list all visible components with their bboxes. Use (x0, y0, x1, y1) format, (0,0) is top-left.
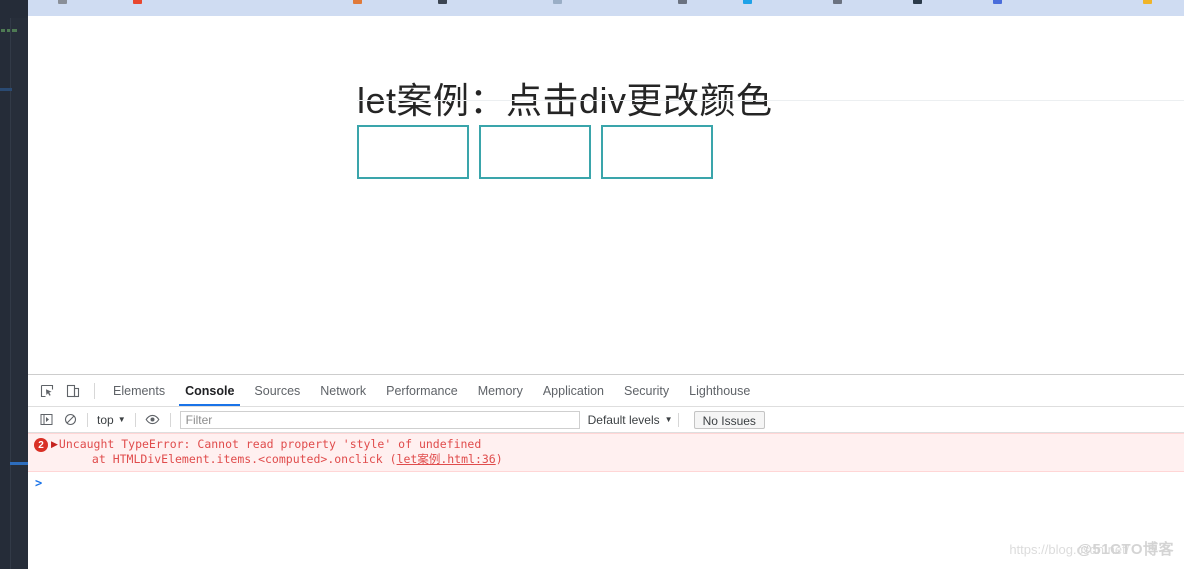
tab-console[interactable]: Console (175, 376, 244, 406)
bookmark-item-2[interactable] (133, 0, 145, 4)
context-label: top (97, 412, 114, 427)
page-title: let案例：点击div更改颜色 (357, 80, 773, 122)
filterbar-divider-3 (169, 412, 171, 427)
error-count-badge: 2 (34, 438, 48, 452)
console-filter-input[interactable] (179, 410, 580, 429)
bookmark-item-1[interactable] (58, 0, 70, 4)
bookmark-favicon (833, 0, 842, 4)
error-stack-line: at HTMLDivElement.items.<computed>.oncli… (59, 452, 503, 467)
console-error-message[interactable]: 2 ▶ Uncaught TypeError: Cannot read prop… (28, 433, 1184, 472)
color-box-1[interactable] (357, 125, 469, 179)
editor-code-fragment (1, 29, 17, 32)
tab-sources[interactable]: Sources (244, 376, 310, 406)
error-text-block: Uncaught TypeError: Cannot read property… (59, 437, 503, 467)
title-divider (357, 100, 1184, 101)
error-source-link[interactable]: let案例.html:36 (397, 452, 496, 466)
tab-performance[interactable]: Performance (376, 376, 468, 406)
chevron-down-icon: ▼ (664, 415, 673, 424)
console-context-selector[interactable]: top ▼ (93, 413, 130, 427)
bookmark-item-10[interactable] (993, 0, 1005, 4)
tab-lighthouse[interactable]: Lighthouse (679, 376, 760, 406)
bookmark-favicon (133, 0, 142, 4)
tab-memory[interactable]: Memory (468, 376, 533, 406)
prompt-caret-icon: > (35, 476, 43, 490)
devtools-tab-bar: Elements Console Sources Network Perform… (28, 375, 1184, 407)
bookmark-favicon (58, 0, 67, 4)
color-box-3[interactable] (601, 125, 713, 179)
filterbar-divider-4 (677, 412, 679, 427)
filterbar-divider-2 (134, 412, 136, 427)
bookmark-favicon (353, 0, 362, 4)
bookmark-item-11[interactable] (1143, 0, 1155, 4)
color-box-2[interactable] (479, 125, 591, 179)
bookmark-item-9[interactable] (913, 0, 925, 4)
editor-highlight-line (0, 88, 12, 91)
console-levels-selector[interactable]: Default levels ▼ (588, 413, 673, 427)
console-message-list: 2 ▶ Uncaught TypeError: Cannot read prop… (28, 433, 1184, 570)
tab-application[interactable]: Application (533, 376, 614, 406)
bookmark-item-5[interactable] (553, 0, 565, 4)
levels-label: Default levels (587, 412, 660, 427)
bookmark-favicon (553, 0, 562, 4)
bookmark-item-6[interactable] (678, 0, 690, 4)
page-viewport: let案例：点击div更改颜色 (28, 16, 1184, 374)
clear-console-icon[interactable] (58, 409, 82, 431)
devtools-panel: Elements Console Sources Network Perform… (28, 374, 1184, 570)
code-editor-strip (0, 0, 28, 569)
editor-gutter (10, 18, 28, 569)
live-expression-eye-icon[interactable] (141, 409, 165, 431)
toolbar-divider (94, 382, 95, 399)
bookmark-favicon (1143, 0, 1152, 4)
inspect-element-icon[interactable] (34, 378, 60, 404)
bookmark-item-3[interactable] (353, 0, 365, 4)
bookmark-item-8[interactable] (833, 0, 845, 4)
bookmarks-bar[interactable] (28, 0, 1184, 17)
bookmark-favicon (993, 0, 1002, 4)
console-prompt-row[interactable]: > (28, 472, 1184, 490)
chevron-down-icon: ▼ (117, 415, 126, 424)
console-sidebar-toggle-icon[interactable] (34, 409, 58, 431)
error-stack-suffix: ) (495, 452, 503, 466)
tab-security[interactable]: Security (614, 376, 679, 406)
color-boxes-row (357, 125, 713, 179)
no-issues-button[interactable]: No Issues (693, 410, 765, 429)
bookmark-favicon (913, 0, 922, 4)
expand-arrow-icon[interactable]: ▶ (51, 439, 58, 450)
device-toolbar-icon[interactable] (60, 378, 86, 404)
error-stack-prefix: at HTMLDivElement.items.<computed>.oncli… (91, 452, 397, 466)
editor-selected-line (10, 462, 28, 465)
filterbar-divider-1 (87, 412, 88, 427)
error-message-line: Uncaught TypeError: Cannot read property… (58, 437, 482, 451)
bookmark-favicon (438, 0, 447, 4)
tab-network[interactable]: Network (310, 376, 376, 406)
bookmark-favicon (678, 0, 687, 4)
bookmark-item-4[interactable] (438, 0, 450, 4)
console-filter-bar: top ▼ Default levels ▼ No Issues (28, 407, 1184, 433)
tab-elements[interactable]: Elements (103, 376, 175, 406)
bookmark-favicon (743, 0, 752, 4)
bookmark-item-7[interactable] (743, 0, 755, 4)
